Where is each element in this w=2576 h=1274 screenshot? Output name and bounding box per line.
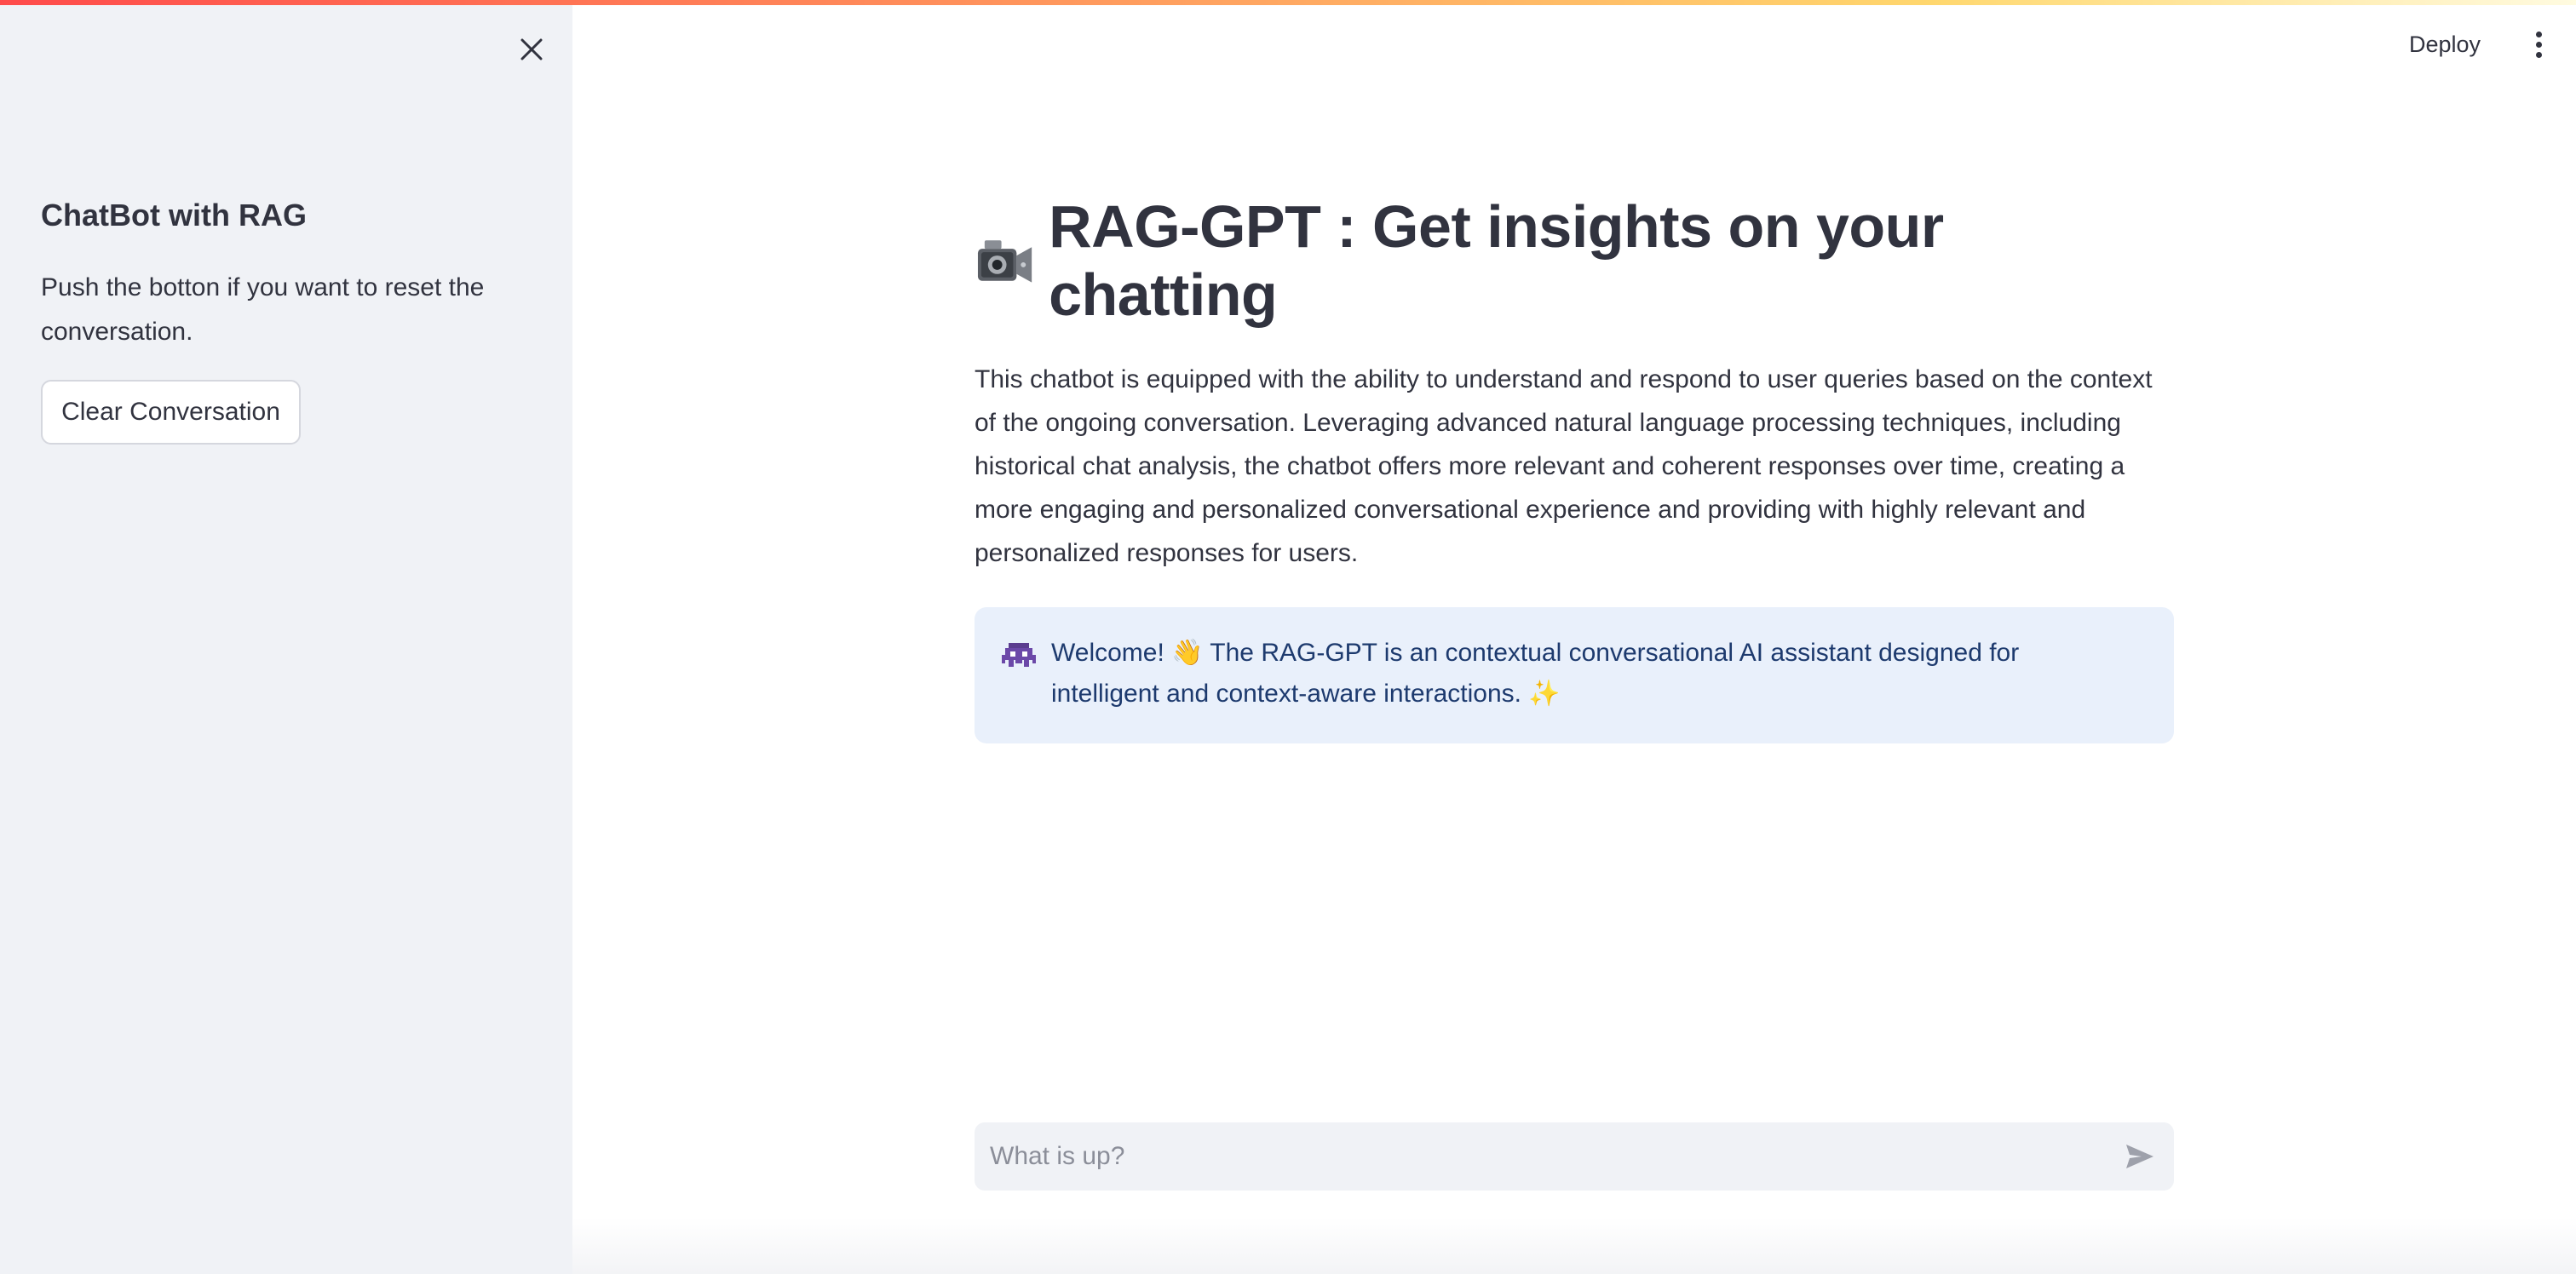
page-title: RAG-GPT : Get insights on your chatting xyxy=(975,192,2174,329)
assistant-message: Welcome! 👋 The RAG-GPT is an contextual … xyxy=(975,607,2174,743)
top-decoration-bar xyxy=(0,0,2576,5)
send-button[interactable] xyxy=(2106,1122,2174,1191)
more-vertical-icon xyxy=(2535,31,2542,37)
main-content: RAG-GPT : Get insights on your chatting … xyxy=(975,192,2174,743)
alien-monster-icon xyxy=(1002,643,1036,667)
close-sidebar-button[interactable] xyxy=(513,31,550,68)
chat-input-container xyxy=(975,1122,2174,1191)
chat-input[interactable] xyxy=(975,1122,2106,1191)
deploy-button[interactable]: Deploy xyxy=(2409,32,2481,58)
clear-conversation-button[interactable]: Clear Conversation xyxy=(41,380,301,445)
assistant-message-text: Welcome! 👋 The RAG-GPT is an contextual … xyxy=(1051,639,2020,708)
sidebar: ChatBot with RAG Push the botton if you … xyxy=(0,0,572,1274)
sidebar-description: Push the botton if you want to reset the… xyxy=(41,273,485,346)
send-icon xyxy=(2126,1145,2153,1168)
intro-paragraph: This chatbot is equipped with the abilit… xyxy=(975,365,2153,567)
sidebar-title: ChatBot with RAG xyxy=(41,198,307,232)
video-camera-icon xyxy=(977,240,1032,283)
header-actions: Deploy xyxy=(2409,17,2576,72)
main-menu-button[interactable] xyxy=(2521,17,2556,72)
close-icon xyxy=(520,38,543,60)
page-title-text: RAG-GPT : Get insights on your chatting xyxy=(1049,193,1944,328)
